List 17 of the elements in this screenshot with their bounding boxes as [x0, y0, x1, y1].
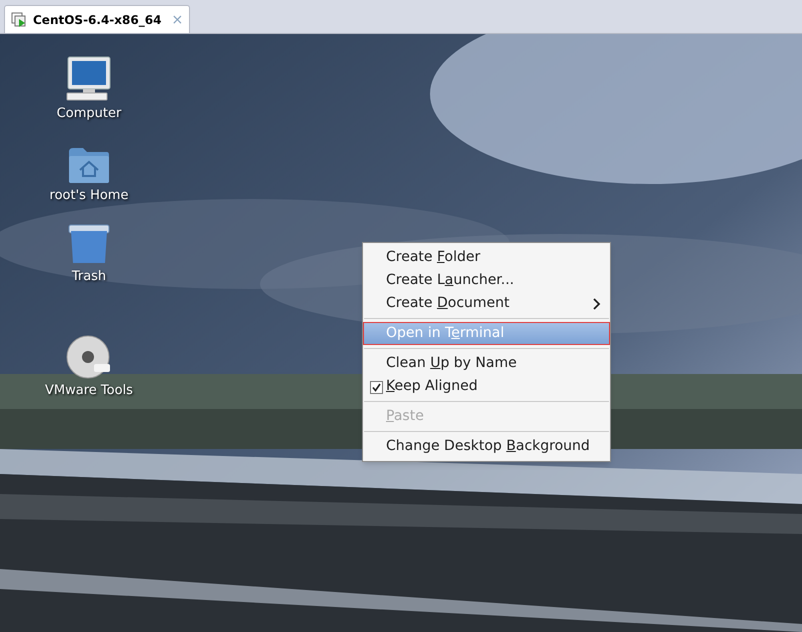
checkbox-icon	[370, 381, 383, 394]
menu-item[interactable]: Change Desktop Background	[363, 435, 610, 458]
menu-item[interactable]: Clean Up by Name	[363, 352, 610, 375]
menu-item[interactable]: Keep Aligned	[363, 375, 610, 398]
menu-item[interactable]: Create Document	[363, 292, 610, 315]
desktop-icon-label[interactable]: Trash	[72, 267, 106, 286]
vm-icon	[11, 12, 27, 28]
dvd-icon	[66, 334, 112, 378]
trash-icon	[67, 223, 111, 265]
computer-icon	[64, 56, 113, 102]
menu-item[interactable]: Create Folder	[363, 246, 610, 269]
menu-item[interactable]: Create Launcher...	[363, 269, 610, 292]
vm-tab[interactable]: CentOS-6.4-x86_64 ×	[4, 5, 190, 33]
desktop-icon-label[interactable]: root's Home	[50, 186, 128, 205]
desktop-icon-label[interactable]: Computer	[56, 104, 122, 124]
desktop-icon-label[interactable]: VMware Tools	[45, 380, 133, 400]
tab-title: CentOS-6.4-x86_64	[33, 12, 162, 28]
